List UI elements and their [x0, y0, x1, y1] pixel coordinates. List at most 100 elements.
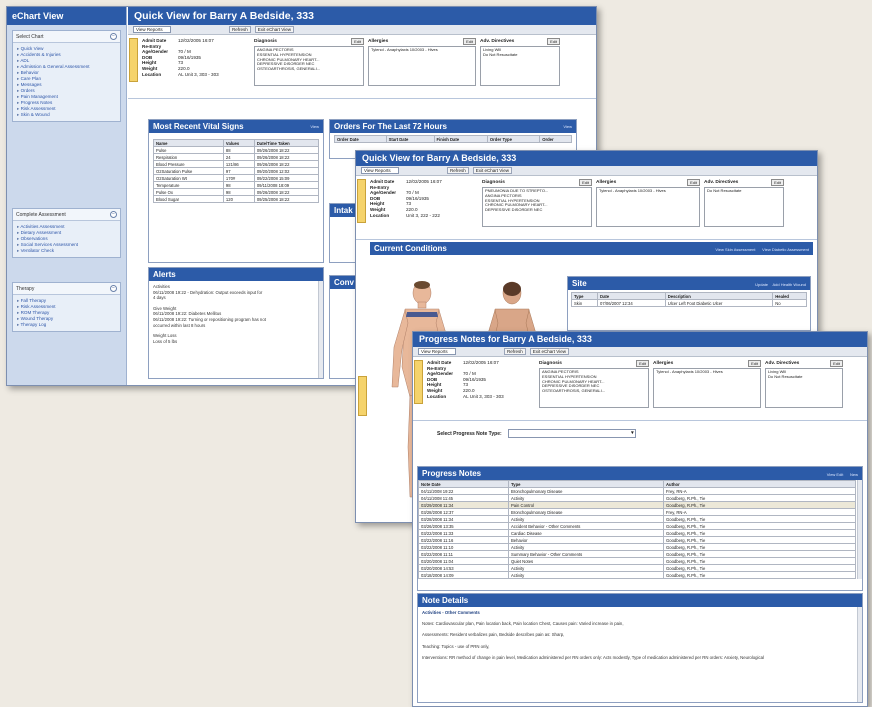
new-note-link[interactable]: New — [850, 472, 858, 477]
allergies-label: Allergies — [368, 39, 389, 44]
diagnosis-list[interactable]: PNEUMONIA DUE TO STREPTO... ANGINA PECTOR… — [482, 187, 592, 227]
table-row: Temperature 98 09/11/2008 18:09 — [153, 181, 320, 189]
adv-directives-box: Adv. Directives Edit Living Will Do Not R… — [480, 38, 560, 95]
allergies-list[interactable]: Tylenol - Anaphylaxis 10/2003 - Hives — [653, 368, 761, 408]
collapse-icon[interactable]: − — [110, 285, 117, 292]
demographics-tab[interactable] — [414, 360, 423, 404]
progress-notes-table: Note Date Type Author 04/11/2008 19:22 Bron… — [418, 480, 856, 579]
sidebar-item[interactable]: Skin & Wound — [17, 112, 116, 118]
conditions-tab[interactable] — [358, 376, 367, 416]
sidebar-item[interactable]: Ventilator Check — [17, 248, 116, 254]
table-row[interactable]: Skin 07/06/2007 12:34 Ulcer Left Foot Diab… — [570, 299, 807, 307]
echart-sidebar: eChart View Select Chart− Quick View Acc… — [7, 7, 127, 385]
refresh-button[interactable]: Refresh — [229, 26, 251, 33]
allergies-box: Allergies Edit Tylenol - Anaphylaxis 10/2… — [368, 38, 476, 95]
exit-echart-button[interactable]: Exit eChart View — [529, 348, 569, 355]
field-value: 12/02/2005 16:07 — [178, 38, 214, 43]
view-diabetic-assessment-link[interactable]: View Diabetic Assessment — [762, 247, 809, 252]
view-reports-select[interactable]: View Reports — [418, 348, 456, 355]
exit-echart-button[interactable]: Exit eChart View — [472, 167, 512, 174]
demographics-tab[interactable] — [357, 179, 366, 223]
section-title: Site — [572, 279, 587, 288]
view-skin-assessment-link[interactable]: View Skin Assessment — [715, 247, 755, 252]
edit-adv-directives-button[interactable]: Edit — [771, 179, 784, 186]
column-header: Order Type — [486, 135, 541, 143]
scrollbar[interactable] — [857, 480, 862, 579]
edit-allergies-button[interactable]: Edit — [748, 360, 761, 367]
exit-echart-button[interactable]: Exit eChart View — [254, 26, 294, 33]
section-title: Most Recent Vital Signs — [153, 122, 244, 131]
scrollbar[interactable] — [318, 281, 323, 378]
update-link[interactable]: Update — [755, 282, 768, 287]
collapse-icon[interactable]: − — [110, 33, 117, 40]
section-title: Intak — [334, 206, 353, 215]
table-row[interactable]: 03/29/2008 11:34 Pain Control Goodberg, R.… — [418, 501, 856, 509]
table-row: Blood Pressure 121/86 09/26/2008 18:22 — [153, 160, 320, 168]
column-header: Order Date — [334, 135, 387, 143]
diagnosis-box: Diagnosis Edit ANGINA PECTORIS ESSENTIAL H… — [539, 360, 649, 417]
table-row[interactable]: 03/20/2008 11:04 Quiet Notes Goodberg, R.P… — [418, 557, 856, 565]
section-title: Alerts — [153, 270, 176, 279]
view-link[interactable]: View — [310, 124, 319, 129]
edit-diagnosis-button[interactable]: Edit — [636, 360, 649, 367]
section-title: Progress Notes — [422, 469, 482, 478]
view-link[interactable]: View — [563, 124, 572, 129]
table-row[interactable]: 03/22/2008 11:16 Behavior Goodberg, R.Ph.,… — [418, 536, 856, 544]
note-heading: Activities - Other Comments — [422, 610, 480, 615]
allergies-list[interactable]: Tylenol - Anaphylaxis 10/2003 - Hives — [596, 187, 700, 227]
column-header: Start Date — [385, 135, 435, 143]
adv-directives-list[interactable]: Do Not Resuscitate — [704, 187, 784, 227]
adv-directives-list[interactable]: Living Will Do Not Resuscitate — [765, 368, 843, 408]
field-label: Location — [142, 71, 162, 77]
view-reports-select[interactable]: View Reports — [133, 26, 171, 33]
note-type-row: Select Progress Note Type: ▾ — [413, 421, 867, 444]
refresh-button[interactable]: Refresh — [447, 167, 469, 174]
table-row[interactable]: 03/22/2008 11:33 Cardiac Disease Goodberg,… — [418, 529, 856, 537]
sidebar-title: eChart View — [7, 7, 126, 25]
demographics-tab[interactable] — [129, 38, 138, 82]
adv-directives-box: Adv. Directives Edit Do Not Resuscitate — [704, 179, 784, 236]
site-section: Site Update Add Health Wound Type Date Desc… — [567, 276, 811, 331]
table-row[interactable]: 03/18/2008 14:09 Activity Goodberg, R.Ph.,… — [418, 571, 856, 579]
therapy-panel: Therapy− Fall Therapy Risk Assessment RO… — [12, 282, 121, 332]
table-row[interactable]: 03/20/2008 14:53 Activity Goodberg, R.Ph.,… — [418, 564, 856, 572]
adv-directives-list[interactable]: Living Will Do Not Resuscitate — [480, 46, 560, 86]
patient-info: Admit Date 12/02/2005 16:07 Re-Entry Age/… — [427, 360, 504, 399]
table-row[interactable]: 03/28/2008 11:34 Activity Goodberg, R.Ph.,… — [418, 515, 856, 523]
column-header: Finish Date — [433, 135, 488, 143]
view-edit-link[interactable]: View Edit — [827, 472, 844, 477]
chevron-down-icon: ▾ — [631, 430, 634, 436]
table-row: Respiration 24 09/26/2008 18:22 — [153, 153, 320, 161]
diagnosis-list[interactable]: ANGINA PECTORIS ESSENTIAL HYPERTENSION CHR… — [539, 368, 649, 408]
edit-adv-directives-button[interactable]: Edit — [547, 38, 560, 45]
progress-notes-window: Progress Notes for Barry A Bedside, 333 … — [412, 331, 868, 707]
collapse-icon[interactable]: − — [110, 211, 117, 218]
table-row: O2Saturation Pulse 97 09/20/2008 12:02 — [153, 167, 320, 175]
table-row[interactable]: 03/22/2008 11:11 Summary Behavior - Other… — [418, 550, 856, 558]
scrollbar[interactable] — [857, 607, 862, 702]
edit-adv-directives-button[interactable]: Edit — [830, 360, 843, 367]
view-reports-select[interactable]: View Reports — [361, 167, 399, 174]
table-row[interactable]: 03/28/2008 12:37 Bronchopulmonary Disease… — [418, 508, 856, 516]
table-row: O2Saturation Wt 170# 09/22/2008 15:09 — [153, 174, 320, 182]
edit-diagnosis-button[interactable]: Edit — [351, 38, 364, 45]
sidebar-item[interactable]: Therapy Log — [17, 322, 116, 328]
patient-info: Admit Date 12/02/2005 16:07 Re-Entry Age/… — [370, 179, 442, 218]
panel-title: Complete Assessment — [16, 211, 66, 218]
table-row[interactable]: 04/11/2008 11:45 Activity Goodberg, R.Ph.,… — [418, 494, 856, 502]
progress-notes-section: Progress Notes View Edit New Note Date Typ… — [417, 466, 863, 591]
site-table: Type Date Description Healed Skin 07/06/2007… — [570, 292, 807, 307]
add-wound-link[interactable]: Add Health Wound — [772, 282, 806, 287]
diagnosis-list[interactable]: ANGINA PECTORIS ESSENTIAL HYPERTENSION C… — [254, 46, 364, 86]
edit-diagnosis-button[interactable]: Edit — [579, 179, 592, 186]
edit-allergies-button[interactable]: Edit — [463, 38, 476, 45]
table-row[interactable]: 04/11/2008 19:22 Bronchopulmonary Disease… — [418, 487, 856, 495]
panel-title: Select Chart — [16, 33, 44, 40]
allergies-list[interactable]: Tylenol - Anaphylaxis 10/2003 - Hives — [368, 46, 476, 86]
refresh-button[interactable]: Refresh — [504, 348, 526, 355]
note-type-select[interactable]: ▾ — [507, 429, 636, 438]
edit-allergies-button[interactable]: Edit — [687, 179, 700, 186]
table-row[interactable]: 03/26/2008 13:35 Accident Behavior - Othe… — [418, 522, 856, 530]
table-row[interactable]: 03/22/2008 11:10 Activity Goodberg, R.Ph.,… — [418, 543, 856, 551]
window-title: Quick View for Barry A Bedside, 333 — [356, 151, 817, 166]
